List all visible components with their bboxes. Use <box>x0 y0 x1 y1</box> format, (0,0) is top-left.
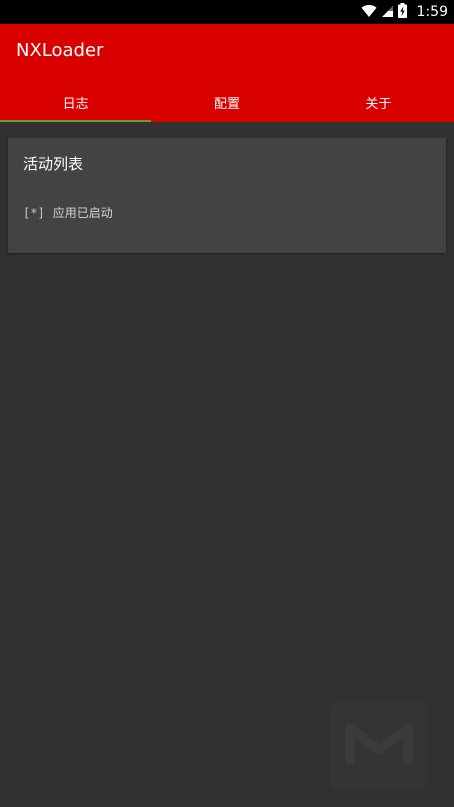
status-icons: 1:59 <box>361 0 448 24</box>
tab-about-label: 关于 <box>365 96 392 112</box>
cell-signal-icon <box>381 3 394 22</box>
wifi-icon <box>361 3 377 22</box>
status-time: 1:59 <box>416 4 448 20</box>
activity-list-card: 活动列表 [*] 应用已启动 <box>8 138 446 253</box>
tab-log-label: 日志 <box>62 96 89 112</box>
app-bar: NXLoader 日志 配置 关于 <box>0 24 454 122</box>
log-entry-prefix: [*] <box>23 206 45 220</box>
tab-about[interactable]: 关于 <box>303 82 454 122</box>
log-entry: [*] 应用已启动 <box>23 205 113 221</box>
status-bar: 1:59 <box>0 0 454 24</box>
battery-icon <box>397 2 407 22</box>
tab-log[interactable]: 日志 <box>0 82 152 122</box>
tab-bar: 日志 配置 关于 <box>0 82 454 122</box>
log-entry-message: 应用已启动 <box>52 206 113 220</box>
app-title: NXLoader <box>16 40 104 61</box>
tab-config[interactable]: 配置 <box>151 82 302 122</box>
tab-config-label: 配置 <box>213 96 240 112</box>
watermark-logo-icon <box>330 700 428 790</box>
card-title: 活动列表 <box>23 155 84 173</box>
